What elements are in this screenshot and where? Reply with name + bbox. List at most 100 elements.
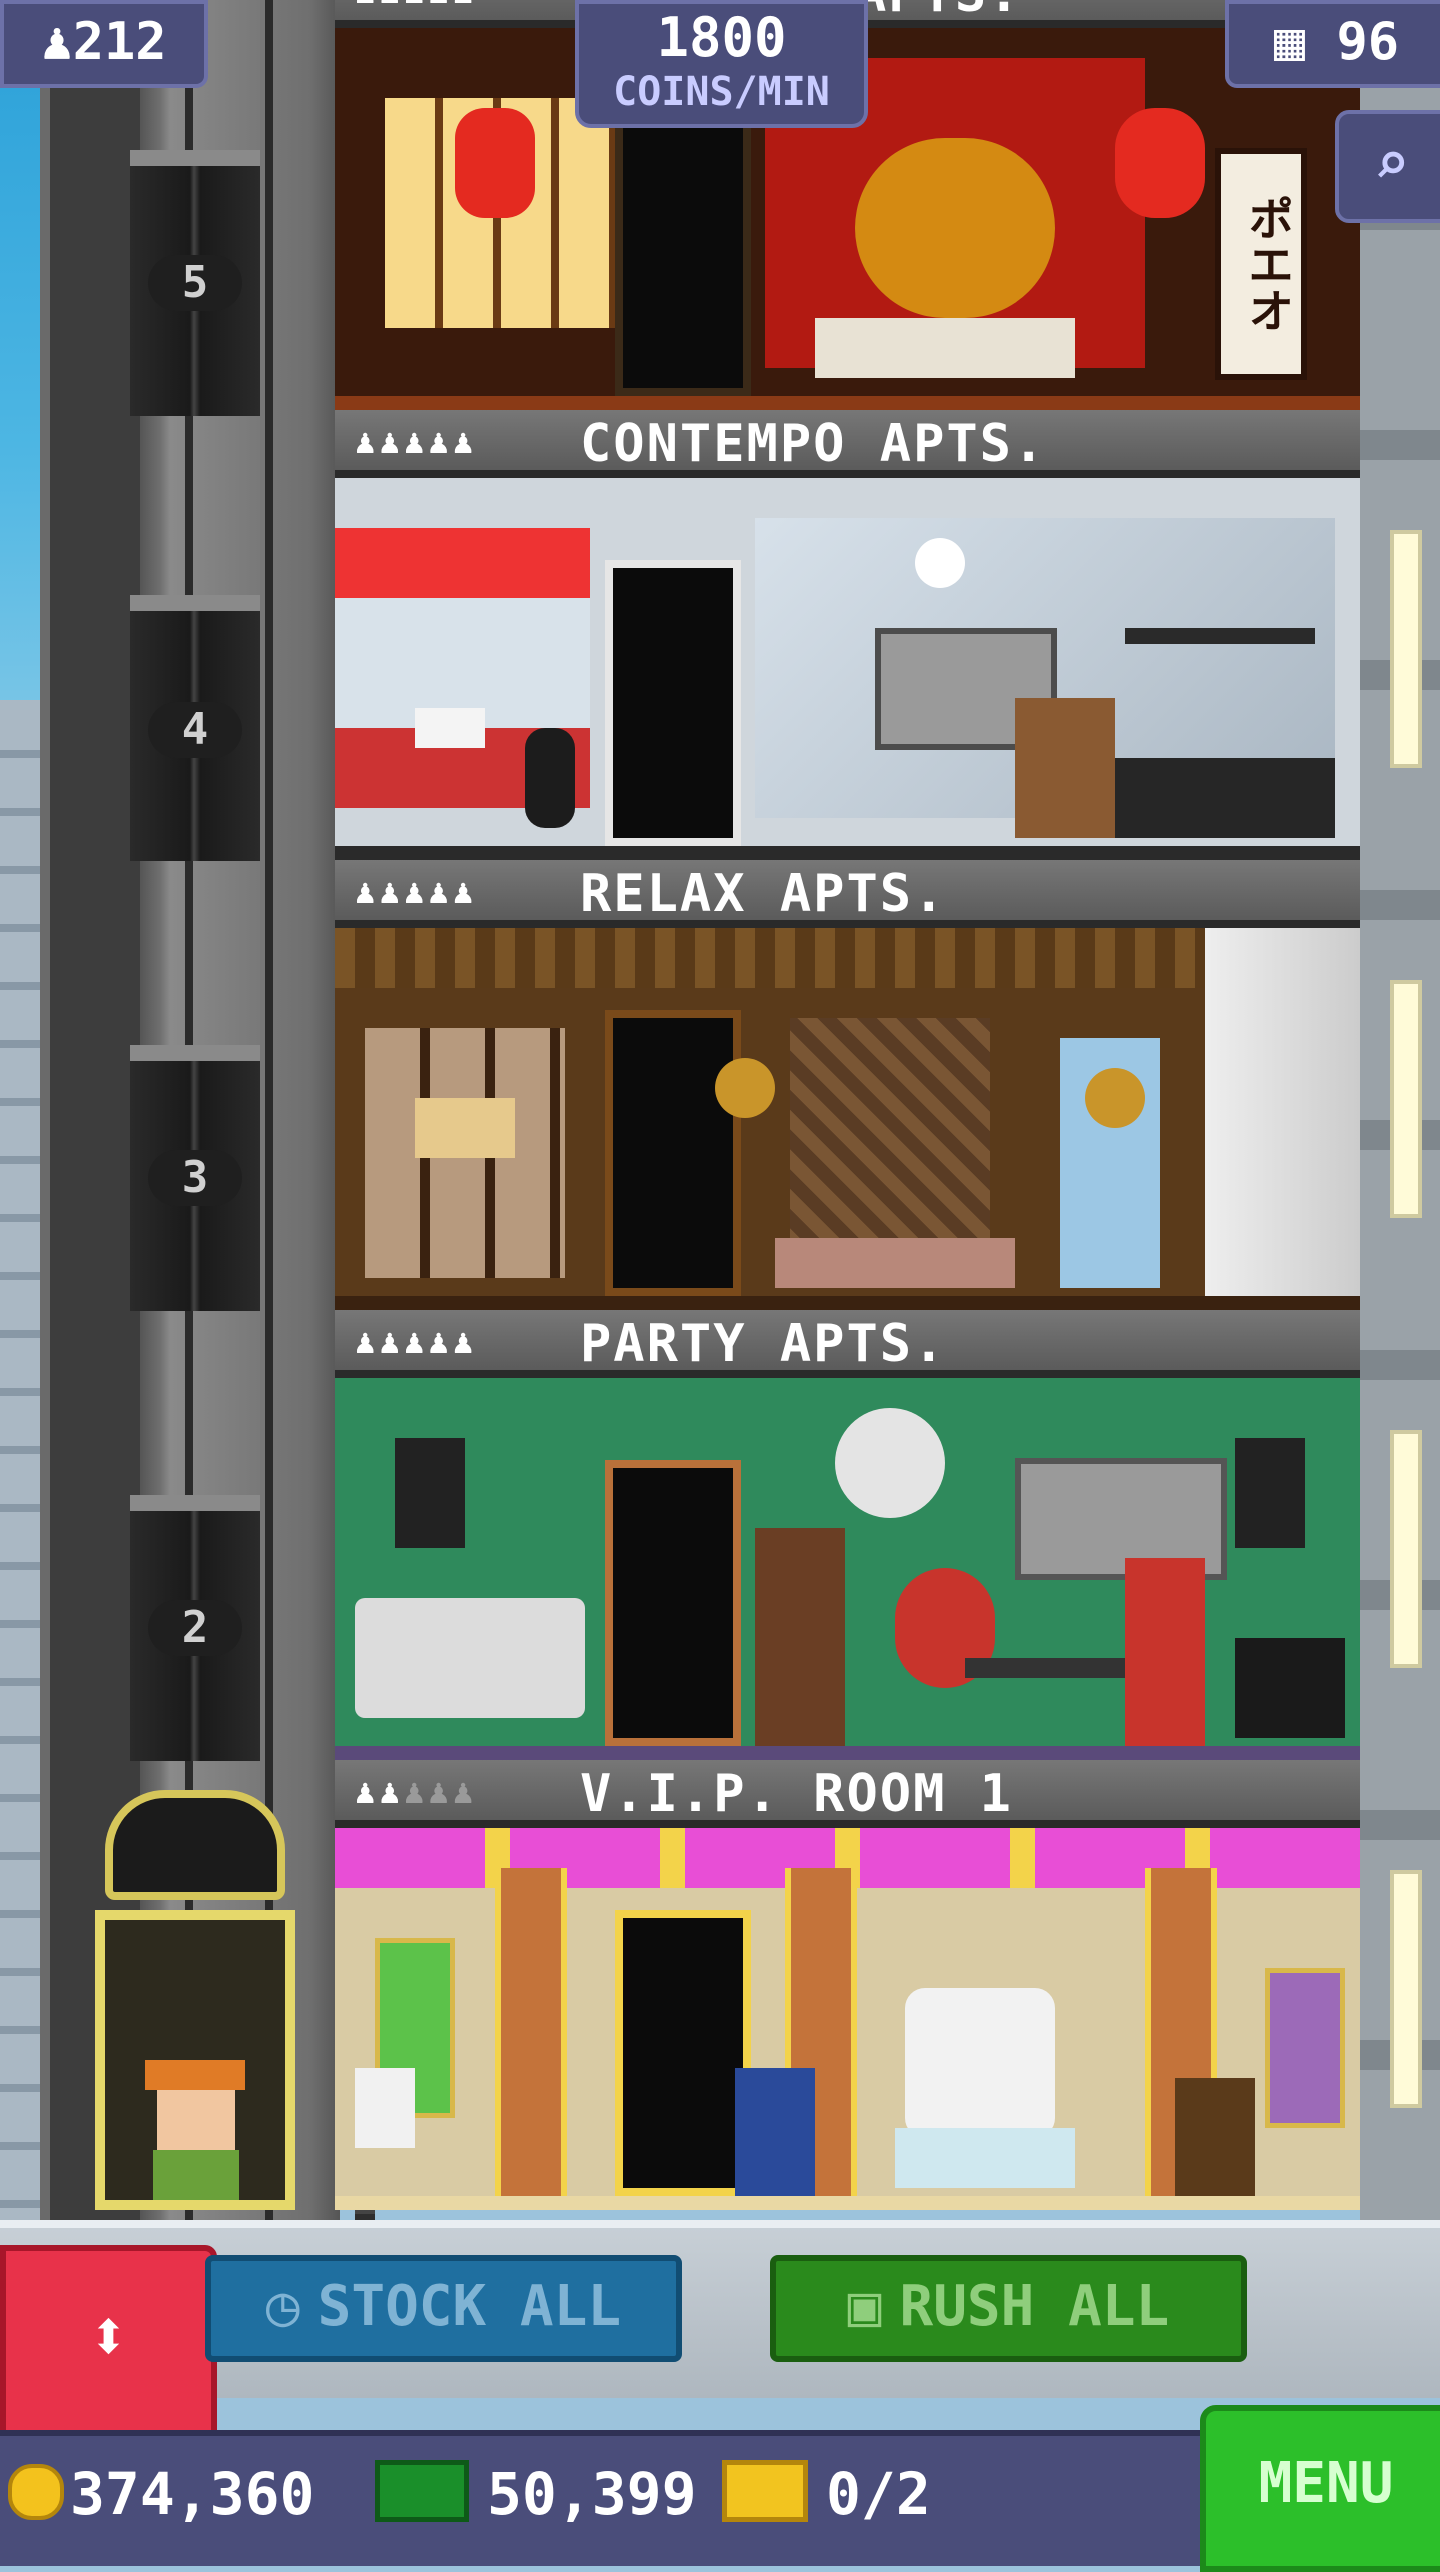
floor-relax-apts[interactable]: ♟♟♟♟♟ RELAX APTS.: [335, 860, 1360, 1310]
floor-header: ♟♟♟♟♟ CONTEMPO APTS.: [335, 410, 1360, 478]
floor-name: PARTY APTS.: [580, 1314, 947, 1374]
cab-ornament: [105, 1790, 285, 1900]
floor-line: [335, 1296, 1360, 1310]
red-lantern: [1115, 108, 1205, 218]
horse-statue: [905, 1988, 1055, 2138]
floor-contempo-apts[interactable]: ♟♟♟♟♟ CONTEMPO APTS.: [335, 410, 1360, 860]
neighbor-building: [0, 700, 40, 2230]
elevator-floor-number: 4: [148, 702, 242, 758]
floors-counter[interactable]: ▦ 96: [1225, 0, 1440, 88]
coins-value: 374,360: [70, 2460, 315, 2528]
population-counter[interactable]: ♟212: [0, 0, 208, 88]
occupancy-icons: ♟♟♟♟♟: [355, 0, 477, 12]
sofa: [1095, 758, 1335, 838]
rush-all-button[interactable]: ▣ RUSH ALL: [770, 2255, 1247, 2362]
elevator-floor-number: 2: [148, 1600, 242, 1656]
occupancy-icons: ♟♟♟♟♟: [355, 1322, 478, 1362]
floor-line: [335, 396, 1360, 410]
bed: [815, 318, 1075, 378]
room-interior: [335, 478, 1360, 860]
floor-vip-room-1[interactable]: ♟♟♟♟♟ V.I.P. ROOM 1: [335, 1760, 1360, 2210]
menu-label: MENU: [1258, 2451, 1394, 2516]
floor-header: ♟♟♟♟♟ V.I.P. ROOM 1: [335, 1760, 1360, 1828]
tickets-display[interactable]: 0/2: [722, 2460, 931, 2528]
floor-header: ♟♟♟♟♟ PARTY APTS.: [335, 1310, 1360, 1378]
floors-count-value: 96: [1336, 12, 1400, 72]
plumber-resident: [1125, 1558, 1205, 1748]
room-door: [605, 1460, 741, 1746]
coins-per-minute: 1800 COINS/MIN: [575, 0, 868, 128]
room-door: [605, 1010, 741, 1296]
bux-display[interactable]: 50,399: [375, 2460, 697, 2528]
lamp-shade: [415, 1098, 515, 1158]
purple-painting: [1265, 1968, 1345, 2128]
room-door: [615, 1910, 751, 2196]
slot-machine: [355, 2068, 415, 2148]
red-lantern: [455, 108, 535, 218]
coins-display[interactable]: 374,360: [8, 2460, 314, 2528]
dj-turntable: [1235, 1638, 1345, 1738]
tickets-value: 0/2: [826, 2460, 931, 2528]
elevator-button[interactable]: ⬍: [0, 2245, 217, 2442]
rider-shirt: [153, 2150, 239, 2200]
fountain: [895, 2128, 1075, 2188]
pendant-light: [915, 538, 965, 588]
floor-line: [335, 1746, 1360, 1760]
hanging-lamp: [1085, 1068, 1145, 1128]
elevator-floor-number: 3: [148, 1150, 242, 1206]
person-icon: ♟: [41, 12, 73, 72]
menu-button[interactable]: MENU: [1200, 2405, 1440, 2572]
bed: [775, 1238, 1015, 1288]
window-light: [1390, 1430, 1422, 1668]
curtain: [1205, 928, 1360, 1296]
occupancy-icons: ♟♟♟♟♟: [355, 1772, 478, 1812]
white-sofa: [355, 1598, 585, 1718]
floor-name: APTS.: [855, 0, 1022, 24]
room-interior: [335, 928, 1360, 1310]
coins-per-minute-value: 1800: [656, 6, 787, 69]
cab-body: [95, 1910, 295, 2210]
coins-per-minute-label: COINS/MIN: [613, 69, 830, 115]
floor-name: RELAX APTS.: [580, 864, 947, 924]
room-interior: [335, 1828, 1360, 2210]
businessman-resident: [735, 2068, 815, 2198]
hanging-scroll: ポエオ: [1215, 148, 1307, 380]
bux-value: 50,399: [487, 2460, 697, 2528]
elevator-cab[interactable]: [95, 1790, 295, 2210]
room-interior: [335, 1378, 1360, 1760]
resident: [1175, 2078, 1255, 2198]
floor-header: ♟♟♟♟♟ RELAX APTS.: [335, 860, 1360, 928]
occupancy-icons: ♟♟♟♟♟: [355, 872, 478, 912]
building-icon: ▦: [1273, 12, 1306, 72]
rider-face: [157, 2090, 235, 2150]
rush-all-label: RUSH ALL: [899, 2274, 1170, 2339]
speaker: [395, 1438, 465, 1548]
rider-hat: [145, 2060, 245, 2090]
zoom-button[interactable]: ⌕: [1335, 110, 1440, 223]
clock-icon: ◷: [265, 2274, 300, 2339]
occupancy-icons: ♟♟♟♟♟: [355, 422, 478, 462]
stock-all-label: STOCK ALL: [317, 2274, 622, 2339]
table-lamp: [415, 708, 485, 748]
room-door: [615, 110, 751, 396]
room-door: [605, 560, 741, 846]
window-light: [1390, 1870, 1422, 2108]
floor-line: [335, 2196, 1360, 2210]
chef-resident: [755, 1528, 845, 1748]
up-down-arrows-icon: ⬍: [87, 2295, 130, 2377]
coin-icon: [8, 2464, 64, 2520]
carved-panel: [790, 1018, 990, 1268]
stock-all-button[interactable]: ◷ STOCK ALL: [205, 2255, 682, 2362]
window-light: [1390, 530, 1422, 768]
column: [495, 1868, 567, 2198]
floor-name: CONTEMPO APTS.: [580, 414, 1047, 474]
elevator-floor-number: 5: [148, 255, 242, 311]
magnifier-icon: ⌕: [1373, 129, 1410, 199]
floor-line: [335, 846, 1360, 860]
bux-icon: ▣: [847, 2274, 882, 2339]
ticket-icon: [722, 2460, 808, 2522]
resident: [1015, 698, 1115, 838]
floor-party-apts[interactable]: ♟♟♟♟♟ PARTY APTS.: [335, 1310, 1360, 1760]
wall-shelf: [1125, 628, 1315, 644]
party-table: [965, 1658, 1125, 1678]
